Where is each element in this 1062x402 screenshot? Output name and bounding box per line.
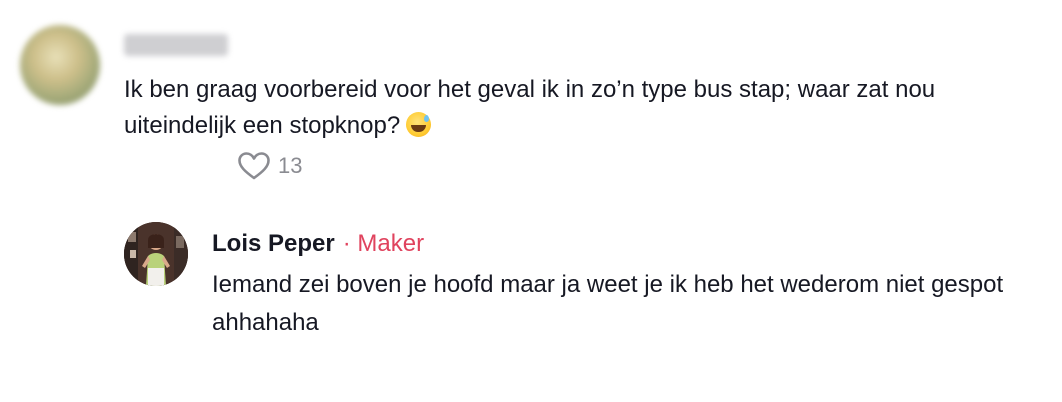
sweat-smile-emoji-icon (406, 112, 432, 137)
reply-author-name[interactable]: Lois Peper (212, 230, 335, 258)
commenter-avatar[interactable] (20, 25, 100, 105)
like-button[interactable]: 13 (236, 148, 302, 184)
reply-header: Lois Peper · Maker (212, 228, 424, 260)
heart-icon[interactable] (236, 148, 272, 184)
commenter-username-redacted[interactable] (124, 34, 228, 56)
maker-badge: · Maker (342, 230, 425, 257)
reply-text: Iemand zei boven je hoofd maar ja weet j… (212, 271, 1004, 336)
reply-avatar[interactable] (124, 222, 188, 286)
comment-text-body: Ik ben graag voorbereid voor het geval i… (124, 76, 936, 139)
reply-avatar-photo (124, 222, 188, 286)
comment-text: Ik ben graag voorbereid voor het geval i… (124, 72, 1024, 144)
like-count: 13 (278, 153, 303, 178)
